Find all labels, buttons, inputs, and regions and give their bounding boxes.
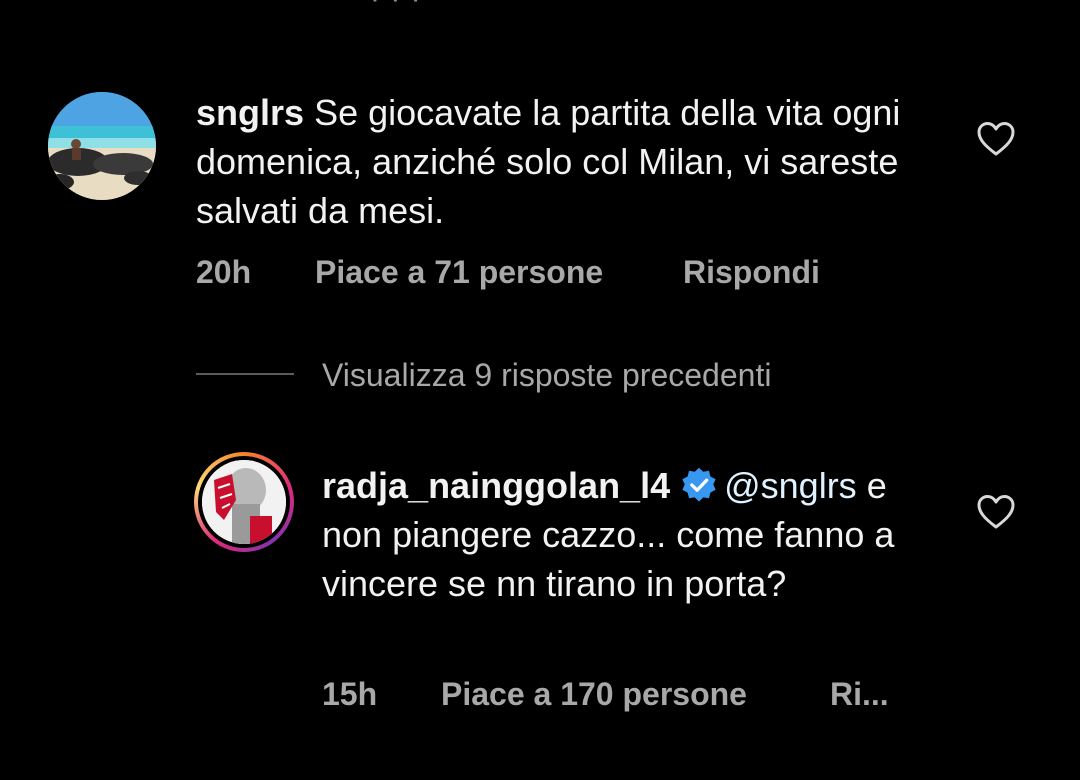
comment-username[interactable]: radja_nainggolan_l4: [322, 465, 670, 506]
beach-photo-avatar-icon: [48, 92, 156, 200]
reply-button[interactable]: Ri...: [830, 676, 889, 713]
likes-count-link[interactable]: Piace a 170 persone: [441, 676, 747, 713]
replies-divider: [196, 373, 294, 375]
likes-count-link[interactable]: Piace a 71 persone: [315, 254, 603, 291]
comment-time: 15h: [322, 676, 378, 712]
story-ring-avatar-icon: [202, 460, 286, 544]
heart-outline-icon[interactable]: [976, 494, 1016, 530]
avatar-radja[interactable]: [194, 452, 294, 552]
comment-text-1: snglrs Se giocavate la partita della vit…: [196, 88, 956, 235]
verified-badge-icon: [682, 467, 716, 502]
comments-screen: · · · snglrs Se giocavate la partita del…: [0, 0, 1080, 780]
comment-text-2: radja_nainggolan_l4 @snglrs e non piange…: [322, 461, 942, 608]
view-replies-link[interactable]: Visualizza 9 risposte precedenti: [322, 357, 771, 394]
comment-username[interactable]: snglrs: [196, 92, 304, 133]
heart-outline-icon[interactable]: [976, 121, 1016, 157]
avatar-snglrs[interactable]: [48, 92, 156, 200]
cutoff-text: · · ·: [370, 0, 422, 16]
reply-button[interactable]: Rispondi: [683, 254, 820, 291]
mention-link[interactable]: @snglrs: [724, 465, 857, 506]
comment-time: 20h: [196, 254, 252, 290]
